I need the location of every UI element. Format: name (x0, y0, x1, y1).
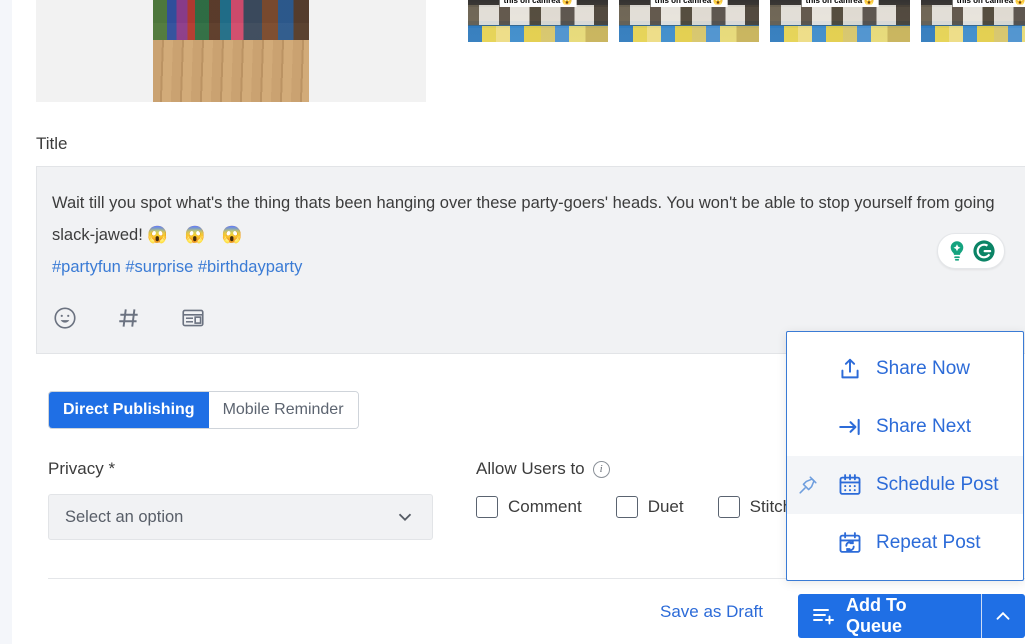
menu-item-schedule-post[interactable]: Schedule Post (787, 456, 1023, 514)
media-section: this on camrea 😱 this on camrea 😱 this o… (36, 0, 1025, 104)
menu-item-label: Schedule Post (876, 474, 999, 495)
thumbnail-caption: this on camrea 😱 (952, 0, 1025, 7)
thumbnail-caption: this on camrea 😱 (650, 0, 728, 7)
save-as-draft-button[interactable]: Save as Draft (660, 602, 763, 622)
checkbox-duet[interactable]: Duet (615, 496, 684, 518)
share-upload-icon (837, 356, 863, 382)
allow-users-label-group: Allow Users to i (476, 459, 610, 479)
chevron-down-icon (394, 506, 416, 528)
emoji-picker-icon[interactable] (52, 305, 78, 331)
cafe-interior-photo (153, 0, 309, 102)
thumbnail-item[interactable]: this on camrea 😱 (619, 0, 759, 42)
menu-item-label: Share Now (876, 358, 970, 379)
menu-item-label: Share Next (876, 416, 972, 437)
media-preview-image (153, 0, 309, 102)
checkbox-label: Comment (508, 497, 582, 516)
allow-users-checkboxes: Comment Duet Stitch (476, 496, 826, 518)
arrow-to-line-icon (837, 414, 863, 440)
publish-composer-page: this on camrea 😱 this on camrea 😱 this o… (0, 0, 1025, 644)
checkbox-label: Duet (647, 497, 684, 516)
page-gutter (0, 0, 12, 644)
calendar-repeat-icon (837, 530, 863, 556)
checkbox-stitch[interactable]: Stitch (717, 496, 792, 518)
thumbnail-caption: this on camrea 😱 (499, 0, 577, 7)
add-to-queue-button[interactable]: Add To Queue (798, 594, 981, 638)
queue-options-toggle[interactable] (981, 594, 1025, 638)
info-icon[interactable]: i (592, 460, 610, 478)
caption-text: Wait till you spot what's the thing that… (52, 187, 1012, 283)
chevron-up-icon (992, 605, 1014, 627)
caption-line-1: Wait till you spot what's the thing that… (52, 194, 850, 212)
thumbnail-strip: this on camrea 😱 this on camrea 😱 this o… (468, 0, 1025, 48)
queue-options-dropdown: Share Now Share Next Schedule Post Repea… (786, 331, 1024, 581)
checkbox-box[interactable] (615, 496, 638, 518)
publishing-mode-tabs: Direct Publishing Mobile Reminder (48, 391, 359, 429)
lightbulb-icon[interactable] (945, 239, 969, 263)
title-label: Title (36, 134, 68, 153)
privacy-select[interactable]: Select an option (48, 494, 433, 540)
menu-item-share-next[interactable]: Share Next (787, 398, 1023, 456)
privacy-label: Privacy * (48, 459, 116, 478)
caption-textarea[interactable]: Wait till you spot what's the thing that… (36, 166, 1025, 354)
checkbox-box[interactable] (717, 496, 740, 518)
thumbnail-item[interactable]: this on camrea 😱 (921, 0, 1025, 42)
menu-item-repeat-post[interactable]: Repeat Post (787, 514, 1023, 572)
calendar-icon (837, 472, 863, 498)
pin-icon[interactable] (797, 474, 819, 496)
menu-item-share-now[interactable]: Share Now (787, 340, 1023, 398)
tab-direct-publishing[interactable]: Direct Publishing (49, 392, 209, 428)
caption-hashtags: #partyfun #surprise #birthdayparty (52, 258, 303, 276)
add-to-queue-label: Add To Queue (846, 595, 907, 636)
privacy-select-value: Select an option (65, 507, 184, 526)
composer-toolbar (52, 305, 206, 331)
thumbnail-item[interactable]: this on camrea 😱 (468, 0, 608, 42)
media-preview[interactable] (36, 0, 426, 102)
add-to-queue-button-group[interactable]: Add To Queue (798, 594, 1025, 638)
hashtag-icon[interactable] (116, 305, 142, 331)
caption-emojis: 😱 😱 😱 (147, 226, 249, 244)
allow-users-label: Allow Users to (476, 459, 585, 478)
menu-item-label: Repeat Post (876, 532, 981, 553)
tab-mobile-reminder[interactable]: Mobile Reminder (208, 392, 358, 428)
grammarly-widget[interactable] (937, 233, 1005, 269)
add-to-list-icon (812, 605, 836, 627)
grammarly-logo-icon[interactable] (971, 238, 997, 264)
template-icon[interactable] (180, 305, 206, 331)
thumbnail-item[interactable]: this on camrea 😱 (770, 0, 910, 42)
checkbox-box[interactable] (476, 496, 498, 518)
checkbox-comment[interactable]: Comment (476, 496, 582, 518)
thumbnail-caption: this on camrea 😱 (801, 0, 879, 7)
